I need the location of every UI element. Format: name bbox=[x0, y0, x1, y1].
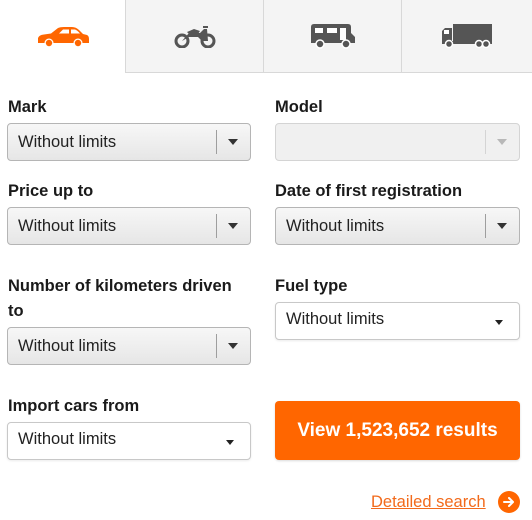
caret-down-icon bbox=[495, 320, 503, 325]
model-select[interactable] bbox=[275, 123, 520, 161]
chevron-down-icon bbox=[228, 223, 238, 229]
select-divider bbox=[216, 130, 217, 154]
model-label: Model bbox=[275, 98, 323, 116]
fuel-type-select-value: Without limits bbox=[286, 310, 385, 328]
mark-select[interactable]: Without limits bbox=[7, 123, 251, 161]
kilometers-label: Number of kilometers driven to bbox=[8, 274, 232, 324]
fuel-type-select[interactable]: Without limits bbox=[275, 302, 520, 340]
select-divider bbox=[216, 214, 217, 238]
price-label: Price up to bbox=[8, 182, 94, 200]
chevron-down-icon bbox=[228, 343, 238, 349]
chevron-down-icon bbox=[497, 223, 507, 229]
car-icon bbox=[37, 26, 89, 47]
chevron-down-icon bbox=[497, 139, 507, 145]
detailed-search-label: Detailed search bbox=[371, 492, 486, 511]
mark-label: Mark bbox=[8, 98, 47, 116]
select-divider bbox=[216, 334, 217, 358]
tab-car[interactable] bbox=[0, 0, 125, 73]
truck-icon bbox=[442, 24, 492, 49]
motorcycle-icon bbox=[174, 26, 215, 48]
kilometers-select[interactable]: Without limits bbox=[7, 327, 251, 365]
tab-truck[interactable] bbox=[401, 0, 532, 73]
first-registration-label: Date of first registration bbox=[275, 182, 463, 200]
first-registration-select-value: Without limits bbox=[286, 217, 385, 235]
first-registration-select[interactable]: Without limits bbox=[275, 207, 520, 245]
fuel-type-label: Fuel type bbox=[275, 277, 348, 295]
tab-motorcycle[interactable] bbox=[125, 0, 263, 73]
chevron-down-icon bbox=[228, 139, 238, 145]
select-divider bbox=[485, 130, 486, 154]
import-select-value: Without limits bbox=[18, 430, 117, 448]
kilometers-label-line1: Number of kilometers driven bbox=[8, 277, 232, 295]
price-select[interactable]: Without limits bbox=[7, 207, 251, 245]
price-select-value: Without limits bbox=[18, 217, 117, 235]
arrow-right-circle-icon bbox=[497, 491, 520, 513]
import-select[interactable]: Without limits bbox=[7, 422, 251, 460]
import-label: Import cars from bbox=[8, 397, 140, 415]
select-divider bbox=[485, 214, 486, 238]
caret-down-icon bbox=[226, 440, 234, 445]
vehicle-type-tabs bbox=[0, 0, 532, 73]
mark-select-value: Without limits bbox=[18, 133, 117, 151]
tab-camper[interactable] bbox=[263, 0, 401, 73]
kilometers-select-value: Without limits bbox=[18, 337, 117, 355]
detailed-search-link[interactable]: Detailed search bbox=[371, 490, 520, 514]
kilometers-label-line2: to bbox=[8, 302, 24, 320]
view-results-button[interactable]: View 1,523,652 results bbox=[275, 401, 520, 460]
camper-van-icon bbox=[310, 24, 355, 49]
